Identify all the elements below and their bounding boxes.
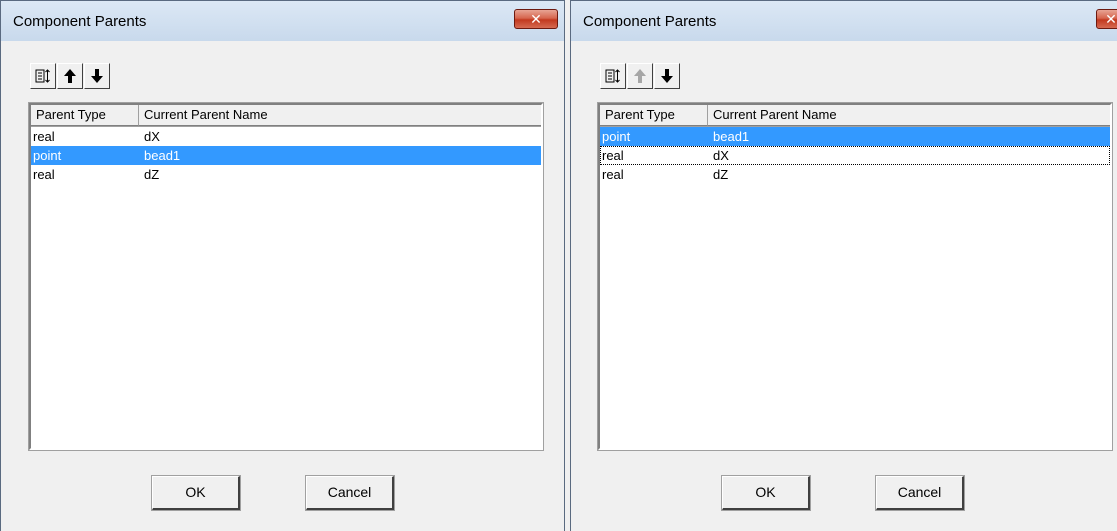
component-parents-dialog: Component Parents ✕ Parent Type Current … (570, 0, 1117, 531)
list-row-selected[interactable]: point bead1 (31, 146, 541, 165)
parent-type-cell: real (33, 167, 55, 182)
list-rows: real dX point bead1 real dZ (31, 127, 541, 184)
arrow-down-icon (661, 69, 673, 83)
column-header-current-parent-name[interactable]: Current Parent Name (708, 105, 1110, 126)
parent-type-cell: point (33, 148, 62, 163)
sort-icon (35, 69, 50, 83)
move-down-button[interactable] (84, 63, 110, 89)
dialog-title: Component Parents (13, 13, 147, 30)
dialog-title: Component Parents (583, 13, 717, 30)
list-row[interactable]: real dZ (600, 165, 1110, 184)
sort-button[interactable] (30, 63, 56, 89)
parent-name-cell: dZ (713, 167, 729, 182)
list-rows: point bead1 real dX real dZ (600, 127, 1110, 184)
title-bar[interactable]: Component Parents ✕ (1, 1, 564, 41)
list-row-focused[interactable]: real dX (600, 146, 1110, 165)
sort-icon (605, 69, 620, 83)
ok-button[interactable]: OK (721, 475, 811, 511)
parent-type-cell: real (33, 129, 55, 144)
parent-name-cell: bead1 (713, 129, 750, 144)
close-icon: ✕ (1105, 11, 1117, 27)
list-row[interactable]: real dX (31, 127, 541, 146)
dialog-client: Parent Type Current Parent Name real dX … (8, 42, 557, 531)
parent-name-cell: bead1 (144, 148, 181, 163)
move-up-button[interactable] (627, 63, 653, 89)
ok-button[interactable]: OK (151, 475, 241, 511)
arrow-up-icon (64, 69, 76, 83)
parent-type-cell: real (602, 167, 624, 182)
close-button[interactable]: ✕ (514, 9, 558, 29)
list-header: Parent Type Current Parent Name (31, 105, 541, 127)
column-header-current-parent-name[interactable]: Current Parent Name (139, 105, 541, 126)
parents-list[interactable]: Parent Type Current Parent Name point be… (597, 102, 1113, 451)
arrow-up-icon (634, 69, 646, 83)
parent-name-cell: dX (144, 129, 160, 144)
cancel-button[interactable]: Cancel (875, 475, 965, 511)
list-row-selected[interactable]: point bead1 (600, 127, 1110, 146)
list-header: Parent Type Current Parent Name (600, 105, 1110, 127)
move-down-button[interactable] (654, 63, 680, 89)
parent-name-cell: dX (713, 148, 729, 163)
move-up-button[interactable] (57, 63, 83, 89)
parent-name-cell: dZ (144, 167, 160, 182)
column-header-parent-type[interactable]: Parent Type (600, 105, 708, 126)
column-header-parent-type[interactable]: Parent Type (31, 105, 139, 126)
parents-list[interactable]: Parent Type Current Parent Name real dX … (28, 102, 544, 451)
dialog-client: Parent Type Current Parent Name point be… (578, 42, 1113, 531)
cancel-button[interactable]: Cancel (305, 475, 395, 511)
toolbar (600, 63, 680, 89)
close-button[interactable]: ✕ (1096, 9, 1117, 29)
sort-button[interactable] (600, 63, 626, 89)
title-bar[interactable]: Component Parents ✕ (571, 1, 1117, 41)
arrow-down-icon (91, 69, 103, 83)
close-icon: ✕ (530, 11, 542, 27)
list-row[interactable]: real dZ (31, 165, 541, 184)
component-parents-dialog: Component Parents ✕ Parent Type Current … (0, 0, 565, 531)
parent-type-cell: real (602, 148, 624, 163)
parent-type-cell: point (602, 129, 631, 144)
toolbar (30, 63, 110, 89)
